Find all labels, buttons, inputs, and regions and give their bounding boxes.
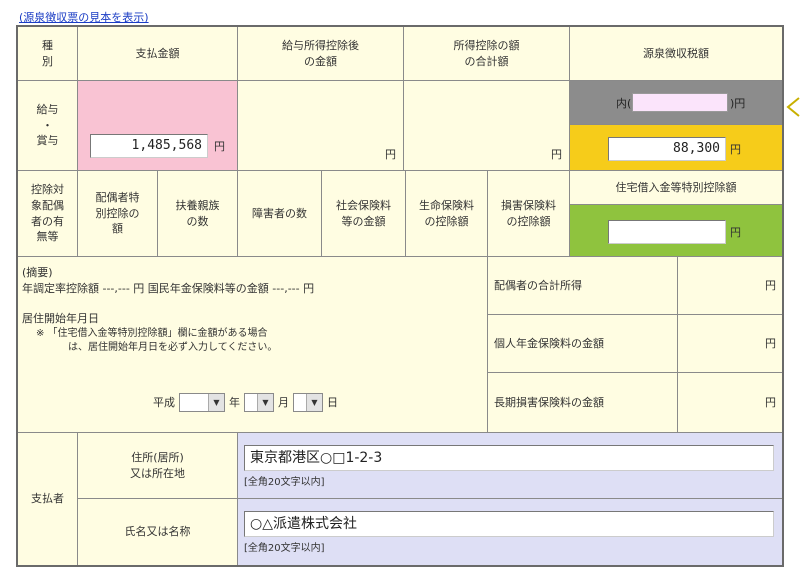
private-pension-value: 円 xyxy=(678,315,782,373)
header-after-salary-deduction: 給与所得控除後 の金額 xyxy=(238,27,404,81)
pointer-arrow-icon xyxy=(786,97,800,117)
payer-name-note: [全角20文字以内] xyxy=(244,543,325,554)
chevron-down-icon: ▼ xyxy=(306,394,322,411)
header-total-deductions: 所得控除の額 の合計額 xyxy=(404,27,570,81)
summary-cell: (摘要) 年調定率控除額 ---,--- 円 国民年金保険料等の金額 ---,-… xyxy=(18,257,488,433)
inner-amount-cell: 内( )円 xyxy=(570,81,782,125)
header-payment: 支払金額 xyxy=(78,27,238,81)
residence-start-label: 居住開始年月日 xyxy=(22,311,99,325)
year-unit: 年 xyxy=(229,395,240,409)
payer-address-cell: 東京都港区○□1-2-3 [全角20文字以内] xyxy=(238,433,782,499)
header-kind: 種別 xyxy=(18,27,78,81)
long-term-insurance-label: 長期損害保険料の金額 xyxy=(488,373,678,433)
summary-line: 年調定率控除額 ---,--- 円 国民年金保険料等の金額 ---,--- 円 xyxy=(22,281,315,295)
long-term-insurance-value: 円 xyxy=(678,373,782,433)
payer-name-input[interactable]: ○△派遣株式会社 xyxy=(244,511,774,537)
inner-amount-input[interactable] xyxy=(632,93,728,112)
withholding-form: 種別 支払金額 給与所得控除後 の金額 所得控除の額 の合計額 源泉徴収税額 給与・… xyxy=(16,25,784,567)
payment-amount-input[interactable]: 1,485,568 xyxy=(90,134,208,158)
housing-loan-cell: 円 xyxy=(570,205,782,257)
payer-label: 支払者 xyxy=(18,433,78,565)
yen-unit: 円 xyxy=(214,140,225,153)
header-disabled-count: 障害者の数 xyxy=(238,171,322,257)
residence-date-picker: 平成 ▼ 年 ▼ 月 ▼ 日 xyxy=(153,393,338,412)
header-earthquake-insurance: 損害保険料 の控除額 xyxy=(488,171,570,257)
summary-title: (摘要) xyxy=(22,266,53,279)
era-label: 平成 xyxy=(153,395,175,409)
housing-loan-input[interactable] xyxy=(608,220,726,244)
total-deductions-cell: 円 xyxy=(404,81,570,171)
inner-label: 内( xyxy=(616,97,632,110)
residence-note-1: ※ 「住宅借入金等特別控除額」欄に金額がある場合 xyxy=(36,327,268,339)
inner-close-label: )円 xyxy=(730,97,746,110)
header-spouse-eligible: 控除対 象配偶 者の有 無等 xyxy=(18,171,78,257)
header-dependents: 扶養親族 の数 xyxy=(158,171,238,257)
payer-name-label: 氏名又は名称 xyxy=(78,499,238,565)
header-spouse-special-deduction: 配偶者特 別控除の額 xyxy=(78,171,158,257)
chevron-down-icon: ▼ xyxy=(257,394,273,411)
header-life-insurance: 生命保険料 の控除額 xyxy=(406,171,488,257)
yen-unit: 円 xyxy=(385,148,396,161)
header-housing-loan-deduction: 住宅借入金等特別控除額 xyxy=(570,171,782,205)
row-label-salary: 給与・賞与 xyxy=(18,81,78,171)
payer-address-label: 住所(居所) 又は所在地 xyxy=(78,433,238,499)
after-salary-deduction-cell: 円 xyxy=(238,81,404,171)
header-social-insurance: 社会保険料 等の金額 xyxy=(322,171,406,257)
yen-unit: 円 xyxy=(730,226,741,239)
yen-unit: 円 xyxy=(730,143,741,156)
month-select[interactable]: ▼ xyxy=(244,393,274,412)
month-unit: 月 xyxy=(278,395,289,409)
payment-cell: 1,485,568 円 xyxy=(78,81,238,171)
day-select[interactable]: ▼ xyxy=(293,393,323,412)
payer-address-input[interactable]: 東京都港区○□1-2-3 xyxy=(244,445,774,471)
withholding-tax-cell: 88,300 円 xyxy=(570,125,782,171)
day-unit: 日 xyxy=(327,395,338,409)
spouse-total-income-value: 円 xyxy=(678,257,782,315)
yen-unit: 円 xyxy=(551,148,562,161)
show-sample-link[interactable]: (源泉徴収票の見本を表示) xyxy=(19,9,149,25)
residence-note-2: は、居住開始年月日を必ず入力してください。 xyxy=(68,342,278,354)
withholding-tax-input[interactable]: 88,300 xyxy=(608,137,726,161)
spouse-total-income-label: 配偶者の合計所得 xyxy=(488,257,678,315)
chevron-down-icon: ▼ xyxy=(208,394,224,411)
payer-address-note: [全角20文字以内] xyxy=(244,477,325,488)
private-pension-label: 個人年金保険料の金額 xyxy=(488,315,678,373)
year-select[interactable]: ▼ xyxy=(179,393,225,412)
header-withholding-tax: 源泉徴収税額 xyxy=(570,27,782,81)
payer-name-cell: ○△派遣株式会社 [全角20文字以内] xyxy=(238,499,782,565)
